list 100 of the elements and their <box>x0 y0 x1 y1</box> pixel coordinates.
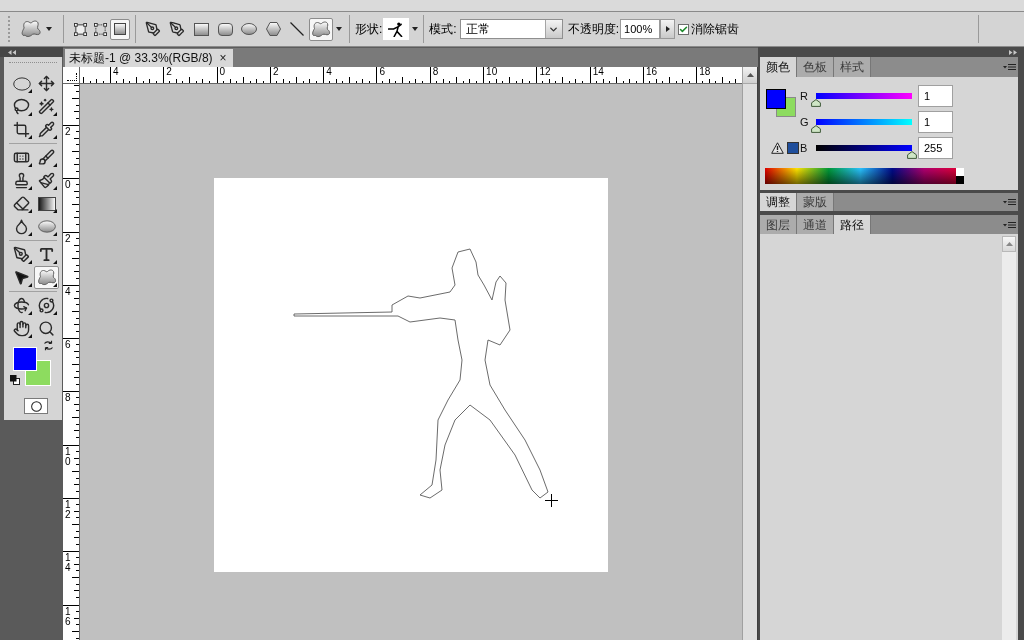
ruler-label: 16 <box>644 67 658 77</box>
opacity-slider-button[interactable] <box>660 19 676 39</box>
pen-nib-icon <box>145 21 161 37</box>
panel-menu-icon[interactable] <box>1003 198 1016 206</box>
brush-icon <box>38 149 55 166</box>
opacity-field[interactable]: 100% <box>620 19 661 39</box>
eraser-icon <box>13 195 30 212</box>
blob-shape-icon <box>36 269 57 286</box>
scroll-up-button[interactable] <box>1002 236 1016 252</box>
color-selector[interactable] <box>9 340 54 386</box>
caret-icon <box>46 27 52 31</box>
shape-label: 形状: <box>355 21 383 38</box>
scroll-up-button[interactable] <box>743 67 757 84</box>
channel-value-field[interactable]: 1 <box>918 111 953 133</box>
hand-icon <box>13 320 30 337</box>
ruler-label: 4 <box>65 286 71 297</box>
pen-nib-icon <box>169 21 185 37</box>
anti-alias-checkbox[interactable] <box>678 23 690 35</box>
ruler-label: 0 <box>218 67 226 77</box>
zoom-icon <box>38 320 55 337</box>
path-mode-button[interactable] <box>110 18 130 40</box>
ruler-label: 16 <box>65 606 71 627</box>
channel-value-field[interactable]: 1 <box>918 85 953 107</box>
sponge-icon <box>37 220 56 233</box>
move-arrows-icon <box>38 75 55 92</box>
ruler-label: 2 <box>65 127 71 137</box>
caret-icon <box>336 27 342 31</box>
color-ramp-drawing[interactable] <box>765 168 964 184</box>
channel-label: R <box>800 89 809 104</box>
ruler-label: 12 <box>65 500 71 521</box>
up-caret-icon <box>1005 242 1013 246</box>
ruler-label: 4 <box>325 67 332 77</box>
panel-tab[interactable]: 通道 <box>797 215 834 234</box>
arrow-pointer-icon <box>13 269 30 286</box>
stamp-icon <box>13 172 30 189</box>
ruler-label: 14 <box>591 67 604 77</box>
swap-arrows-icon[interactable] <box>43 340 54 351</box>
warning-triangle-icon[interactable] <box>771 142 784 154</box>
ruler-label: 10 <box>485 67 498 77</box>
tab-close-button[interactable]: × <box>219 52 227 64</box>
channel-label: G <box>800 115 810 130</box>
ruler-label: 2 <box>65 233 71 244</box>
ruler-label: 8 <box>431 67 439 77</box>
expand-arrows-icon[interactable] <box>1009 49 1017 55</box>
channel-value-field[interactable]: 255 <box>918 137 953 159</box>
blend-mode-select[interactable]: 正常 <box>459 19 563 39</box>
square-path-icon <box>93 22 107 36</box>
paintbrush-icon <box>38 172 55 189</box>
ruler-label: 2 <box>271 67 279 77</box>
quick-mask-button[interactable] <box>24 398 48 414</box>
ellipse-icon <box>241 23 257 35</box>
ruler-label: 2 <box>165 67 172 77</box>
panel-tab[interactable]: 图层 <box>760 215 797 234</box>
panel-tab[interactable]: 样式 <box>834 57 871 77</box>
panel-menu-icon[interactable] <box>1003 220 1016 229</box>
default-colors-icon[interactable] <box>10 375 20 385</box>
rounded-rectangle-icon <box>217 22 233 36</box>
gradient-icon <box>37 196 56 211</box>
ruler-label: 4 <box>112 67 119 77</box>
mode-label: 模式: <box>429 21 457 38</box>
panel-menu-icon[interactable] <box>1003 63 1016 71</box>
ruler-label: 6 <box>378 67 386 77</box>
checkmark-icon <box>679 24 689 34</box>
panel-tab[interactable]: 调整 <box>760 193 797 211</box>
panel-tab[interactable]: 颜色 <box>760 57 797 77</box>
ruler-label: 12 <box>538 67 551 77</box>
text-icon <box>38 246 55 263</box>
custom-shape-tool[interactable] <box>34 266 59 289</box>
dropdown-button[interactable] <box>544 20 562 38</box>
panel-tab[interactable]: 蒙版 <box>797 193 834 211</box>
slider-thumb[interactable] <box>811 125 822 133</box>
ruler-label: 18 <box>698 67 711 77</box>
rectangle-icon <box>193 22 209 36</box>
slider-thumb[interactable] <box>907 151 917 159</box>
document-tab[interactable]: 未标题-1 @ 33.3%(RGB/8) × <box>65 49 233 67</box>
lasso-icon <box>13 98 30 115</box>
crosshair-cursor-icon <box>545 494 558 507</box>
shape-picker[interactable] <box>383 18 410 40</box>
ellipse-icon <box>12 76 31 91</box>
vertical-scrollbar[interactable] <box>742 67 757 640</box>
fencer-shape-icon <box>388 21 405 37</box>
color-selector[interactable] <box>766 89 796 117</box>
square-icon <box>114 23 126 35</box>
vertical-scrollbar[interactable] <box>1002 236 1016 640</box>
channel-label: B <box>800 141 809 156</box>
panel-tab[interactable]: 路径 <box>834 215 871 234</box>
panel-tab[interactable]: 色板 <box>797 57 834 77</box>
gamut-color-swatch[interactable] <box>787 142 799 154</box>
rotate-3d-icon <box>13 297 30 314</box>
slider-thumb[interactable] <box>811 99 822 107</box>
ruler-label: 10 <box>65 446 71 467</box>
blob-shape-icon <box>311 20 331 38</box>
droplet-icon <box>13 218 30 235</box>
eyedropper-icon <box>38 121 55 138</box>
caret-icon <box>412 27 419 31</box>
collapse-arrows-icon[interactable] <box>8 49 16 55</box>
square-handles-icon <box>73 22 87 36</box>
up-caret-icon <box>746 73 754 77</box>
circle-icon <box>30 400 42 412</box>
opacity-label: 不透明度: <box>567 21 620 38</box>
